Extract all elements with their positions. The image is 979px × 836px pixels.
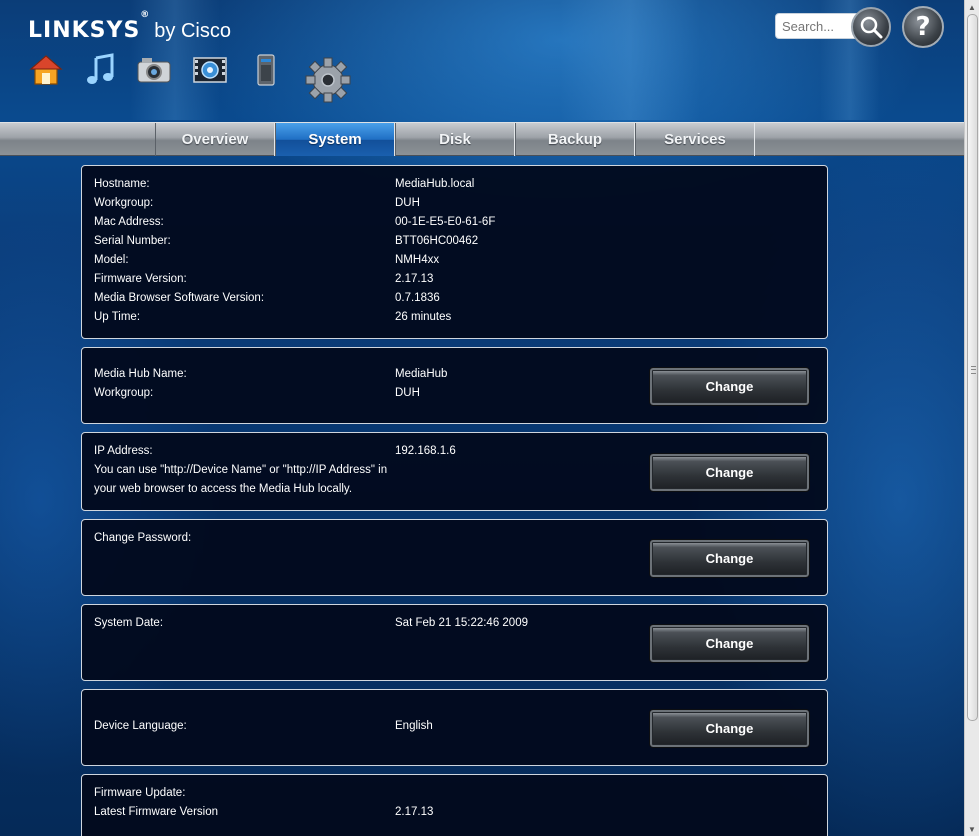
media-hub-name-panel: Media Hub Name: MediaHub Workgroup: DUH …	[81, 347, 828, 424]
change-ip-button[interactable]: Change	[649, 453, 810, 492]
tab-backup[interactable]: Backup	[515, 123, 635, 156]
serial-number-label: Serial Number:	[94, 235, 171, 247]
ip-address-value: 192.168.1.6	[395, 445, 456, 457]
media-hub-name-value: MediaHub	[395, 368, 448, 380]
model-label: Model:	[94, 254, 129, 266]
tab-system[interactable]: System	[275, 123, 395, 156]
firmware-version-label: Firmware Version:	[94, 273, 187, 285]
hostname-label: Hostname:	[94, 178, 150, 190]
video-film-icon[interactable]	[192, 52, 228, 88]
grip-icon	[971, 366, 976, 374]
scroll-down-arrow-icon[interactable]: ▼	[965, 822, 979, 836]
change-language-button[interactable]: Change	[649, 709, 810, 748]
change-password-label: Change Password:	[94, 532, 192, 544]
tab-overview[interactable]: Overview	[155, 123, 275, 156]
workgroup-value: DUH	[395, 387, 420, 399]
vertical-scrollbar[interactable]: ▲ ▼	[964, 0, 979, 836]
latest-firmware-label: Latest Firmware Version	[94, 806, 218, 818]
media-hub-name-label: Media Hub Name:	[94, 368, 187, 380]
up-time-label: Up Time:	[94, 311, 141, 323]
music-icon[interactable]	[83, 52, 119, 88]
device-language-value: English	[395, 720, 433, 732]
change-name-button[interactable]: Change	[649, 367, 810, 406]
hostname-value: MediaHub.local	[395, 178, 475, 190]
change-date-button[interactable]: Change	[649, 624, 810, 663]
change-password-panel: Change Password: Change	[81, 519, 828, 596]
system-date-panel: System Date: Sat Feb 21 15:22:46 2009 Ch…	[81, 604, 828, 681]
tab-services[interactable]: Services	[635, 123, 755, 156]
ip-access-note: your web browser to access the Media Hub…	[94, 483, 353, 495]
tab-disk[interactable]: Disk	[395, 123, 515, 156]
media-browser-version-label: Media Browser Software Version:	[94, 292, 265, 304]
scrollbar-thumb[interactable]	[967, 14, 978, 721]
scroll-up-arrow-icon[interactable]: ▲	[965, 0, 979, 14]
firmware-update-panel: Firmware Update: Latest Firmware Version…	[81, 774, 828, 836]
system-info-panel: Hostname: MediaHub.local Workgroup: DUH …	[81, 165, 828, 339]
mac-address-value: 00-1E-E5-E0-61-6F	[395, 216, 496, 228]
background-light-streak	[560, 0, 700, 120]
workgroup-label: Workgroup:	[94, 387, 154, 399]
search-input[interactable]	[775, 13, 859, 39]
workgroup-value: DUH	[395, 197, 420, 209]
ip-access-note: You can use "http://Device Name" or "htt…	[94, 464, 388, 476]
tab-bar: Overview System Disk Backup Services	[0, 122, 964, 156]
help-button[interactable]: ?	[902, 6, 944, 48]
firmware-version-value: 2.17.13	[395, 273, 434, 285]
model-value: NMH4xx	[395, 254, 440, 266]
logo-by-cisco: by Cisco	[154, 20, 231, 42]
latest-firmware-value: 2.17.13	[395, 806, 434, 818]
media-browser-version-value: 0.7.1836	[395, 292, 440, 304]
device-language-panel: Device Language: English Change	[81, 689, 828, 766]
search-button[interactable]	[851, 7, 891, 47]
change-password-button[interactable]: Change	[649, 539, 810, 578]
mac-address-label: Mac Address:	[94, 216, 164, 228]
home-icon[interactable]	[28, 52, 64, 88]
serial-number-value: BTT06HC00462	[395, 235, 479, 247]
ip-address-label: IP Address:	[94, 445, 153, 457]
firmware-update-label: Firmware Update:	[94, 787, 186, 799]
photo-camera-icon[interactable]	[136, 52, 172, 88]
help-icon: ?	[915, 12, 931, 42]
magnifier-icon	[860, 16, 883, 39]
ip-address-panel: IP Address: 192.168.1.6 You can use "htt…	[81, 432, 828, 511]
device-icon[interactable]	[248, 52, 284, 88]
up-time-value: 26 minutes	[395, 311, 452, 323]
device-language-label: Device Language:	[94, 720, 187, 732]
settings-gear-icon[interactable]	[302, 54, 354, 106]
system-date-label: System Date:	[94, 617, 164, 629]
logo-brand: LINKSYS®	[28, 10, 151, 43]
system-date-value: Sat Feb 21 15:22:46 2009	[395, 617, 528, 629]
workgroup-label: Workgroup:	[94, 197, 154, 209]
linksys-logo[interactable]: LINKSYS® by Cisco	[28, 10, 231, 43]
